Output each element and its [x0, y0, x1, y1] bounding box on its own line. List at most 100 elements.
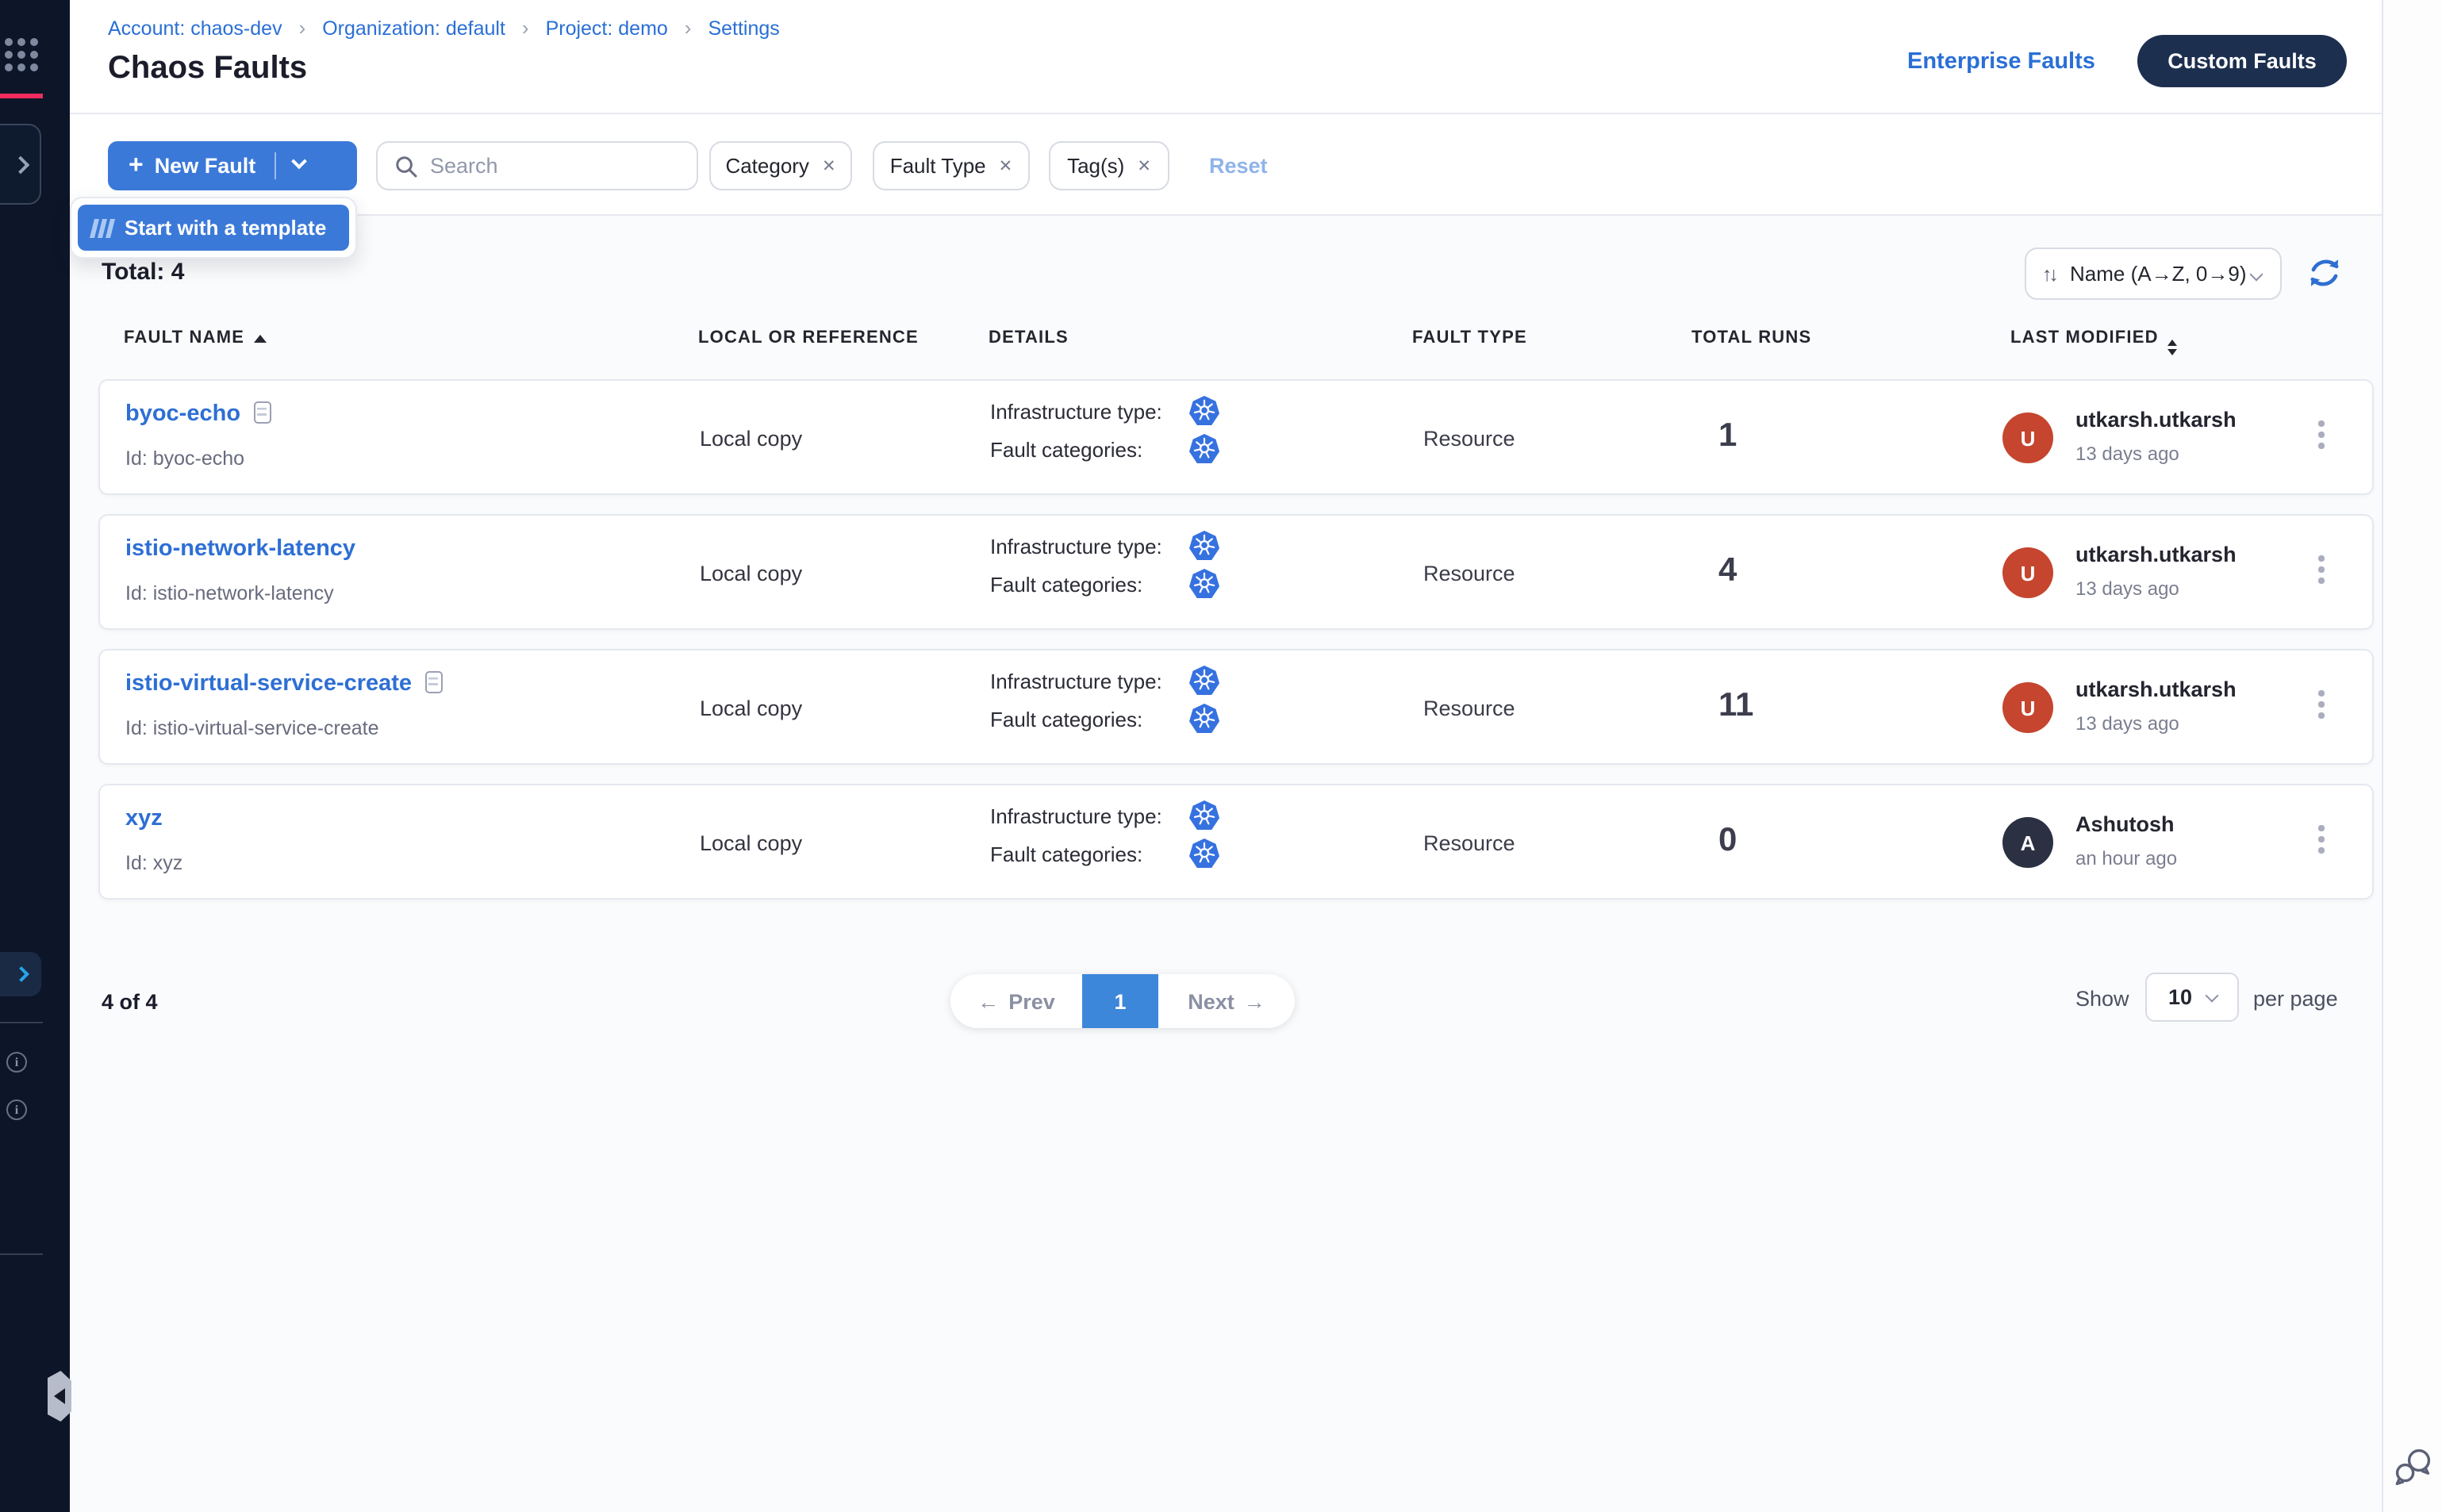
table-row: istio-virtual-service-create Id: istio-v… [98, 649, 2374, 765]
arrow-right-icon: → [1244, 989, 1265, 1013]
modified-time: 13 days ago [2075, 443, 2179, 465]
column-header-details: DETAILS [989, 328, 1069, 347]
column-header-last-modified[interactable]: LAST MODIFIED [2010, 328, 2178, 355]
sort-dropdown[interactable]: ↑↓ Name (A→Z, 0→9) [2025, 248, 2282, 300]
column-header-total-runs: TOTAL RUNS [1691, 328, 1811, 347]
fault-name-link[interactable]: istio-network-latency [125, 536, 355, 562]
column-header-fault-type: FAULT TYPE [1412, 328, 1527, 347]
page-number-button[interactable]: 1 [1082, 974, 1158, 1028]
sort-arrows-icon: ↑↓ [2042, 263, 2056, 285]
breadcrumb-separator: › [299, 16, 306, 40]
page-size-select[interactable]: 10 [2145, 973, 2239, 1022]
modified-by-name: utkarsh.utkarsh [2075, 677, 2237, 701]
row-menu-kebab-icon[interactable] [2315, 552, 2327, 586]
info-icon[interactable]: i [6, 1052, 27, 1073]
scrollbar-track-line [2382, 0, 2383, 1512]
fault-id: Id: istio-network-latency [125, 582, 334, 604]
fault-categories-label: Fault categories: [990, 438, 1142, 462]
sidebar-expand-button-top[interactable] [0, 124, 41, 205]
kubernetes-icon [1188, 568, 1220, 600]
close-icon[interactable]: ✕ [1137, 156, 1151, 175]
filter-chip-category[interactable]: Category ✕ [709, 141, 852, 190]
search-icon [395, 155, 417, 177]
fault-categories-label: Fault categories: [990, 573, 1142, 597]
filter-chip-fault-type[interactable]: Fault Type ✕ [873, 141, 1030, 190]
column-header-fault-name[interactable]: FAULT NAME [124, 328, 267, 347]
search-box [376, 141, 698, 190]
chevron-down-icon [2205, 988, 2218, 1002]
sort-both-icon [2168, 340, 2178, 355]
avatar: U [2002, 413, 2053, 463]
custom-faults-button[interactable]: Custom Faults [2137, 35, 2347, 87]
new-fault-button[interactable]: + New Fault [108, 141, 357, 190]
row-menu-kebab-icon[interactable] [2315, 417, 2327, 451]
filter-label: Tag(s) [1067, 154, 1124, 178]
row-menu-kebab-icon[interactable] [2315, 822, 2327, 856]
avatar: U [2002, 682, 2053, 733]
prev-page-button[interactable]: ← Prev [950, 974, 1082, 1028]
row-menu-kebab-icon[interactable] [2315, 687, 2327, 721]
menu-item-start-with-template[interactable]: Start with a template [78, 205, 349, 251]
modified-by-name: Ashutosh [2075, 812, 2175, 836]
breadcrumb-settings[interactable]: Settings [708, 17, 779, 40]
total-runs-value: 0 [1718, 822, 1737, 860]
fault-type-value: Resource [1423, 831, 1515, 855]
modified-time: 13 days ago [2075, 712, 2179, 735]
accent-underline [0, 94, 43, 98]
chat-help-icon[interactable] [2391, 1445, 2436, 1490]
chevron-right-icon [12, 155, 30, 174]
filter-label: Fault Type [890, 154, 986, 178]
next-page-button[interactable]: Next → [1158, 974, 1295, 1028]
fault-categories-label: Fault categories: [990, 842, 1142, 866]
breadcrumb-separator: › [685, 16, 692, 40]
triangle-left-icon [54, 1388, 65, 1404]
total-count-label: Total: 4 [102, 259, 184, 286]
sort-asc-icon [254, 335, 267, 343]
new-fault-dropdown-menu: Start with a template [70, 197, 357, 259]
page-title: Chaos Faults [108, 51, 307, 87]
fault-name-link[interactable]: xyz [125, 806, 163, 831]
nav-collapse-handle[interactable] [48, 1371, 71, 1422]
fault-name-link[interactable]: istio-virtual-service-create [125, 671, 442, 697]
fault-type-value: Resource [1423, 427, 1515, 451]
total-runs-value: 11 [1718, 687, 1753, 725]
app-grid-icon[interactable] [5, 38, 38, 71]
chevron-down-icon[interactable] [291, 153, 307, 169]
kubernetes-icon [1188, 530, 1220, 562]
kubernetes-icon [1188, 703, 1220, 735]
modified-time: an hour ago [2075, 847, 2177, 869]
breadcrumb-organization[interactable]: Organization: default [322, 17, 505, 40]
infrastructure-type-label: Infrastructure type: [990, 535, 1162, 558]
local-or-reference-value: Local copy [700, 831, 802, 855]
breadcrumb-account[interactable]: Account: chaos-dev [108, 17, 282, 40]
main-content: Account: chaos-dev › Organization: defau… [70, 0, 2442, 1512]
prev-label: Prev [1008, 989, 1055, 1013]
breadcrumb-separator: › [522, 16, 529, 40]
refresh-icon[interactable] [2307, 255, 2342, 290]
manifest-file-icon[interactable] [253, 401, 271, 424]
sidebar-expand-button-bottom[interactable] [0, 952, 41, 996]
page-size-value: 10 [2168, 985, 2192, 1009]
header-divider [70, 113, 2382, 114]
toolbar-divider [70, 214, 2382, 216]
filter-chip-tags[interactable]: Tag(s) ✕ [1049, 141, 1169, 190]
close-icon[interactable]: ✕ [822, 156, 836, 175]
reset-filters-link[interactable]: Reset [1209, 154, 1268, 178]
sort-label: Name (A→Z, 0→9) [2070, 262, 2247, 286]
search-input[interactable] [430, 154, 668, 178]
fault-name-link[interactable]: byoc-echo [125, 401, 271, 427]
infrastructure-type-label: Infrastructure type: [990, 670, 1162, 693]
enterprise-faults-link[interactable]: Enterprise Faults [1907, 49, 2095, 75]
menu-item-label: Start with a template [125, 216, 326, 240]
manifest-file-icon[interactable] [424, 671, 442, 693]
column-header-local: LOCAL OR REFERENCE [698, 328, 919, 347]
fault-id: Id: xyz [125, 852, 182, 874]
template-icon [92, 218, 112, 237]
breadcrumb-project[interactable]: Project: demo [546, 17, 668, 40]
new-fault-label: New Fault [155, 154, 256, 178]
button-divider [275, 152, 276, 179]
info-icon[interactable]: i [6, 1099, 27, 1120]
close-icon[interactable]: ✕ [999, 156, 1013, 175]
kubernetes-icon [1188, 433, 1220, 465]
fault-type-value: Resource [1423, 562, 1515, 585]
